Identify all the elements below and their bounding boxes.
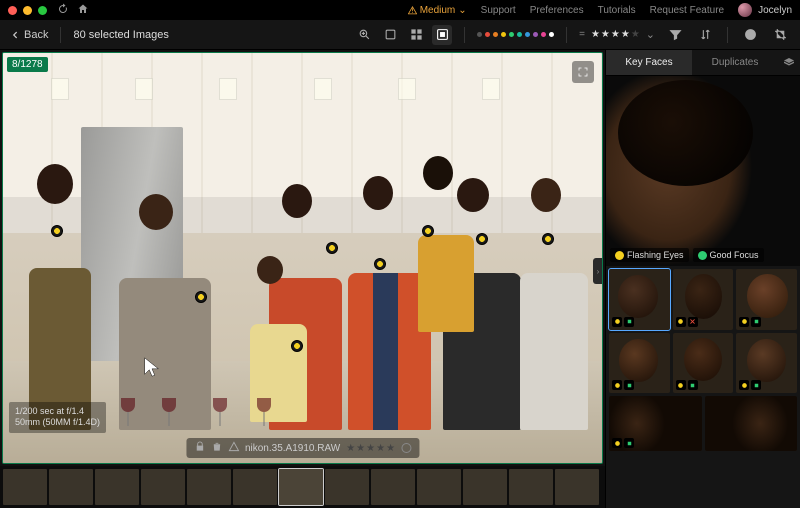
face-thumb[interactable]: [609, 333, 670, 394]
view-loupe-icon[interactable]: [432, 25, 452, 45]
exif-line1: 1/200 sec at f/1.4: [15, 406, 100, 418]
rating-filter[interactable]: = ★★ ★★ ★ ⌄: [579, 28, 655, 41]
cursor-icon: [141, 356, 163, 381]
warning-icon[interactable]: [228, 441, 239, 455]
face-thumb[interactable]: [736, 269, 797, 330]
minimize-window-button[interactable]: [23, 6, 32, 15]
face-thumb[interactable]: [673, 333, 734, 394]
layers-icon[interactable]: [778, 50, 800, 75]
face-thumb[interactable]: [736, 333, 797, 394]
color-label-circle[interactable]: [401, 443, 411, 453]
app-menu: Medium ⌄ Support Preferences Tutorials R…: [408, 3, 792, 17]
exif-overlay: 1/200 sec at f/1.4 50mm (50MM f/1.4D): [9, 402, 106, 433]
primary-face-preview[interactable]: Flashing Eyes Good Focus: [606, 76, 800, 266]
focus-status-icon: [698, 251, 707, 260]
sort-icon[interactable]: [695, 25, 715, 45]
eye-status-icon: [615, 251, 624, 260]
face-thumb[interactable]: [705, 396, 798, 451]
chevron-down-icon: ⌄: [646, 28, 655, 41]
selection-count: 80 selected Images: [73, 29, 168, 41]
file-info-bar: nikon.35.A1910.RAW ★★ ★★ ★: [186, 438, 419, 458]
trash-icon[interactable]: [211, 441, 222, 455]
priority-selector[interactable]: Medium ⌄: [408, 5, 467, 16]
zoom-window-button[interactable]: [38, 6, 47, 15]
filmstrip-thumb[interactable]: [463, 469, 507, 505]
window-controls: [8, 6, 47, 15]
info-icon[interactable]: [740, 25, 760, 45]
zoom-in-icon[interactable]: [354, 25, 374, 45]
face-pair: [606, 396, 800, 454]
user-name: Jocelyn: [758, 5, 792, 16]
badge-good-focus: Good Focus: [693, 248, 764, 262]
filmstrip-thumb[interactable]: [95, 469, 139, 505]
fullscreen-button[interactable]: [572, 61, 594, 83]
panel-collapse-handle[interactable]: ›: [593, 258, 603, 284]
filter-icon[interactable]: [665, 25, 685, 45]
menu-support[interactable]: Support: [481, 5, 516, 16]
back-label: Back: [24, 29, 48, 41]
filmstrip-thumb[interactable]: [555, 469, 599, 505]
rating-stars[interactable]: ★★ ★★ ★: [346, 443, 395, 454]
home-icon[interactable]: [77, 3, 89, 18]
filmstrip-thumb[interactable]: [141, 469, 185, 505]
filmstrip-thumb[interactable]: [233, 469, 277, 505]
filmstrip-thumb[interactable]: [187, 469, 231, 505]
color-label-dots[interactable]: [477, 32, 554, 37]
back-button[interactable]: Back: [10, 29, 48, 41]
tab-key-faces[interactable]: Key Faces: [606, 50, 692, 75]
toolbar: Back 80 selected Images = ★★ ★★ ★ ⌄: [0, 20, 800, 50]
face-thumb[interactable]: [609, 269, 670, 330]
filmstrip-thumb[interactable]: [417, 469, 461, 505]
exif-line2: 50mm (50MM f/1.4D): [15, 417, 100, 429]
crop-icon[interactable]: [770, 25, 790, 45]
view-grid-icon[interactable]: [406, 25, 426, 45]
close-window-button[interactable]: [8, 6, 17, 15]
filmstrip[interactable]: [0, 466, 605, 508]
menu-preferences[interactable]: Preferences: [530, 5, 584, 16]
view-single-icon[interactable]: [380, 25, 400, 45]
filmstrip-thumb[interactable]: [279, 469, 323, 505]
inspector-tabs: Key Faces Duplicates: [606, 50, 800, 76]
titlebar: Medium ⌄ Support Preferences Tutorials R…: [0, 0, 800, 20]
avatar: [738, 3, 752, 17]
tab-duplicates[interactable]: Duplicates: [692, 50, 778, 75]
lock-icon[interactable]: [194, 441, 205, 455]
filmstrip-thumb[interactable]: [49, 469, 93, 505]
user-menu[interactable]: Jocelyn: [738, 3, 792, 17]
menu-tutorials[interactable]: Tutorials: [598, 5, 636, 16]
image-viewer[interactable]: 8/1278 ›: [2, 52, 603, 464]
equals-icon: =: [579, 29, 585, 40]
face-thumb[interactable]: [673, 269, 734, 330]
filmstrip-thumb[interactable]: [325, 469, 369, 505]
filmstrip-thumb[interactable]: [509, 469, 553, 505]
filmstrip-thumb[interactable]: [371, 469, 415, 505]
menu-request-feature[interactable]: Request Feature: [650, 5, 725, 16]
face-thumb[interactable]: [609, 396, 702, 451]
filename: nikon.35.A1910.RAW: [245, 443, 340, 454]
chevron-down-icon: ⌄: [458, 5, 466, 16]
face-grid: [606, 266, 800, 396]
badge-flashing-eyes: Flashing Eyes: [610, 248, 689, 262]
zoom-group: [354, 25, 452, 45]
priority-label: Medium: [420, 5, 456, 16]
image-counter: 8/1278: [7, 57, 48, 72]
refresh-icon[interactable]: [57, 3, 69, 18]
filmstrip-thumb[interactable]: [3, 469, 47, 505]
inspector-panel: Key Faces Duplicates Flashing Eyes Good …: [605, 50, 800, 508]
